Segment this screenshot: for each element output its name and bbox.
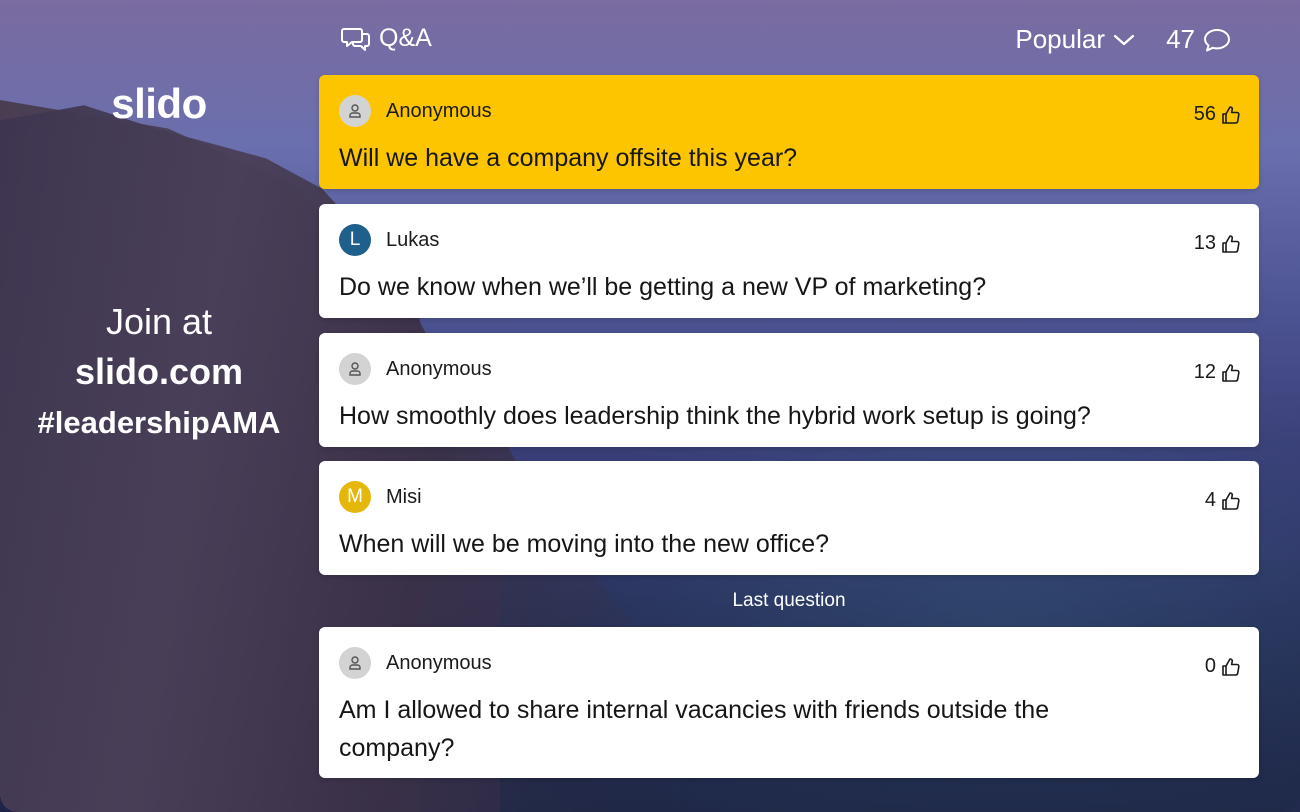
question-card[interactable]: L Lukas Do we know when we’ll be getting a… (319, 204, 1259, 318)
tab-qa-label: Q&A (379, 24, 432, 52)
vote-count: 4 (1204, 489, 1216, 511)
upvote-button[interactable]: 4 (1205, 489, 1241, 512)
upvote-button[interactable]: 12 (1194, 361, 1241, 384)
question-author: Misi (386, 486, 422, 508)
thumbs-up-icon (1221, 363, 1241, 383)
slido-qa-screen: slido Join at slido.com #leadershipAMA Q… (0, 0, 1300, 812)
question-author: Anonymous (386, 100, 492, 122)
question-author: Anonymous (386, 358, 492, 380)
avatar: L (339, 224, 371, 256)
question-text: Will we have a company offsite this year… (339, 144, 798, 172)
person-icon (347, 103, 363, 119)
avatar: M (339, 481, 371, 513)
sort-dropdown[interactable]: Popular (1015, 24, 1135, 55)
vote-count: 0 (1204, 655, 1216, 677)
question-author: Lukas (386, 229, 440, 251)
join-url: slido.com (74, 351, 244, 392)
avatar (339, 647, 371, 679)
tab-qa[interactable]: Q&A (341, 24, 432, 53)
question-text: How smoothly does leadership think the h… (339, 402, 1091, 430)
qa-header: Q&A Popular 47 (319, 22, 1259, 60)
vote-count: 13 (1193, 232, 1216, 254)
person-icon (347, 655, 363, 671)
comment-icon (1203, 27, 1231, 53)
avatar (339, 353, 371, 385)
person-icon (347, 361, 363, 377)
join-panel: slido Join at slido.com #leadershipAMA (0, 0, 318, 812)
question-author: Anonymous (386, 652, 492, 674)
thumbs-up-icon (1221, 491, 1241, 511)
question-count-value: 47 (1166, 24, 1195, 54)
slido-logo: slido (111, 80, 207, 127)
upvote-button[interactable]: 56 (1194, 103, 1241, 126)
last-question-label: Last question (732, 590, 846, 611)
thumbs-up-icon (1221, 105, 1241, 125)
vote-count: 56 (1193, 103, 1216, 125)
thumbs-up-icon (1221, 234, 1241, 254)
speech-bubbles-icon (341, 25, 371, 53)
vote-count: 12 (1193, 361, 1216, 383)
question-count: 47 (1166, 24, 1231, 55)
sort-label: Popular (1015, 24, 1105, 54)
question-card[interactable]: Anonymous How smoothly does leadership th… (319, 333, 1259, 447)
question-card[interactable]: Anonymous Am I allowed to share internal … (319, 627, 1259, 778)
chevron-down-icon (1113, 33, 1135, 47)
question-text: When will we be moving into the new offi… (339, 530, 830, 558)
upvote-button[interactable]: 0 (1205, 655, 1241, 678)
upvote-button[interactable]: 13 (1194, 232, 1241, 255)
question-text: Am I allowed to share internal vacancies… (339, 696, 1050, 762)
thumbs-up-icon (1221, 657, 1241, 677)
question-text: Do we know when we’ll be getting a new V… (339, 273, 987, 301)
event-code: #leadershipAMA (37, 405, 281, 440)
join-text: Join at (105, 301, 213, 342)
question-card[interactable]: M Misi When will we be moving into the new… (319, 461, 1259, 575)
avatar (339, 95, 371, 127)
question-card[interactable]: Anonymous Will we have a company offsite … (319, 75, 1259, 189)
